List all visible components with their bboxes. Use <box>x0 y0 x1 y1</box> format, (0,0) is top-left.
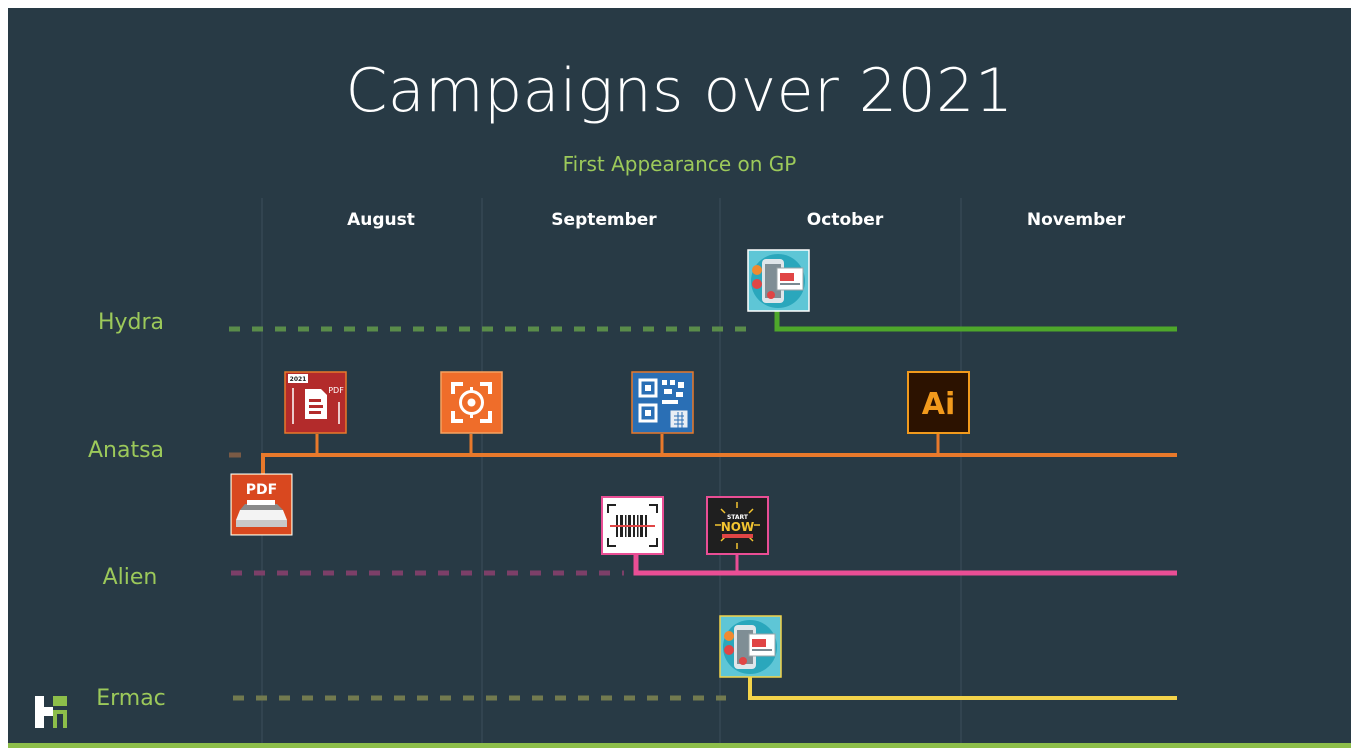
alien-barcode-scanner-icon <box>601 496 664 555</box>
ermac-phone-app-icon <box>719 615 782 678</box>
anatsa-pdf-scanner-icon: PDF <box>230 473 293 536</box>
timeline-diagram: 2021 PDF Ai PDF START NOW <box>229 198 1177 748</box>
svg-text:NOW: NOW <box>721 520 754 534</box>
anatsa-qr-code-scanner-icon <box>631 371 694 434</box>
alien-start-now-app-icon: START NOW <box>706 496 769 555</box>
svg-text:2021: 2021 <box>290 376 307 383</box>
hydra-active-line <box>774 306 1177 332</box>
slide: Campaigns over 2021 First Appearance on … <box>8 8 1351 748</box>
hydra-phone-app-icon <box>747 249 810 312</box>
bottom-accent-bar <box>8 743 1351 748</box>
ermac-active-line <box>748 674 1177 700</box>
anatsa-camera-scanner-icon <box>440 371 503 434</box>
anatsa-adobe-illustrator-icon: Ai <box>907 371 970 434</box>
svg-text:PDF: PDF <box>328 386 344 395</box>
brand-logo-icon <box>35 696 67 728</box>
month-gridlines <box>261 198 962 748</box>
anatsa-pdf-document-icon: 2021 PDF <box>284 371 347 434</box>
alien-active-line <box>633 553 1177 576</box>
svg-text:Ai: Ai <box>922 387 956 422</box>
svg-text:PDF: PDF <box>246 482 277 498</box>
